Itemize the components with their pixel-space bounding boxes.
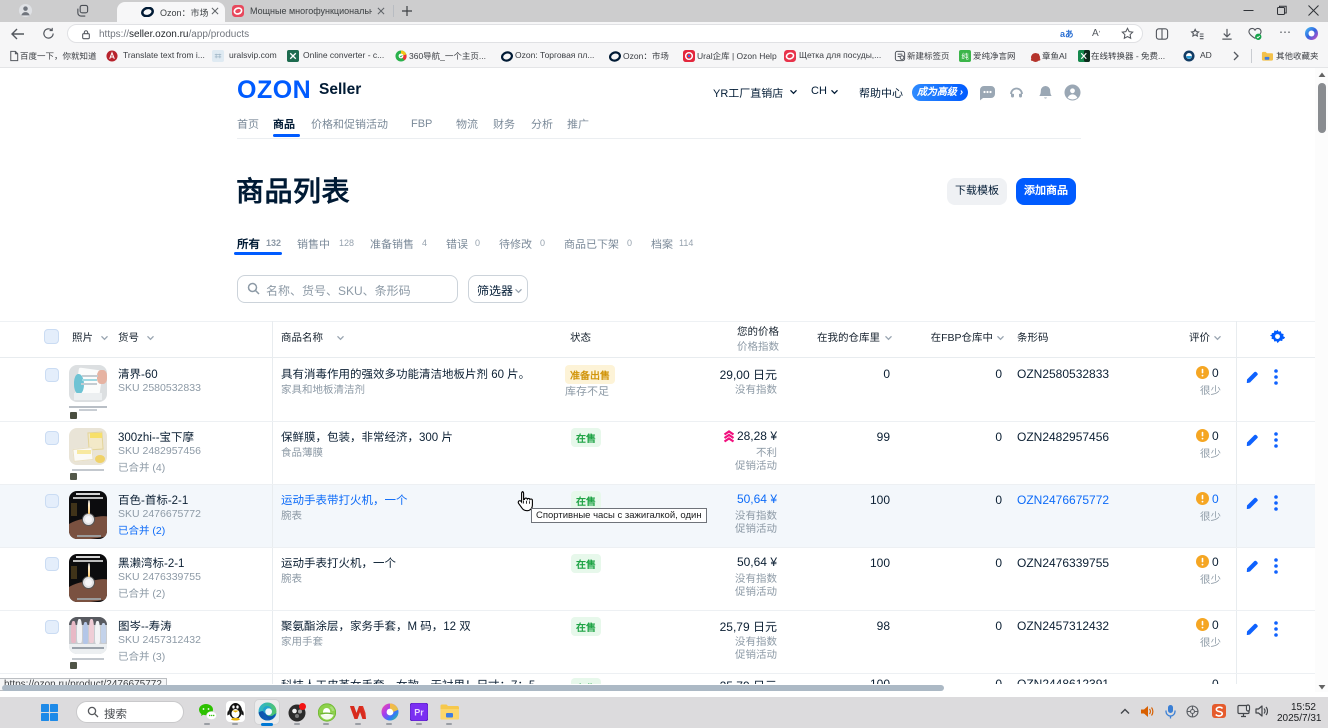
svg-text:纯: 纯 xyxy=(961,51,969,62)
svg-text:Pr: Pr xyxy=(414,708,424,718)
